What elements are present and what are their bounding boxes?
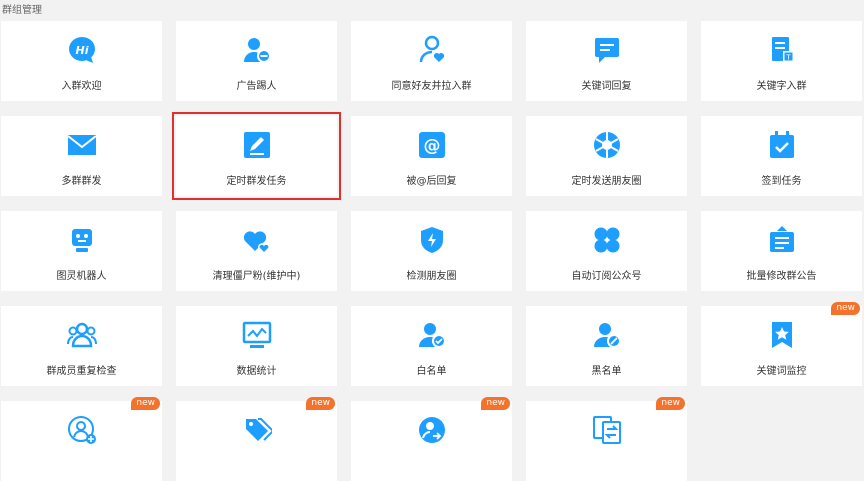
robot-icon xyxy=(67,225,97,255)
feature-card[interactable]: 群成员重复检查 xyxy=(1,306,162,386)
feature-label: 签到任务 xyxy=(761,176,802,187)
feature-card[interactable]: 检测朋友圈 xyxy=(351,211,512,291)
shield-bolt-icon xyxy=(417,225,447,255)
bookmark-star-icon xyxy=(767,320,797,350)
at-icon: @ xyxy=(417,130,447,160)
new-badge: new xyxy=(131,397,160,410)
document-tag-icon: T xyxy=(767,35,797,65)
feature-label: 被@后回复 xyxy=(406,176,457,187)
feature-card[interactable]: 多群群发 xyxy=(1,116,162,196)
feature-card[interactable]: 定时发送朋友圈 xyxy=(526,116,687,196)
feature-card[interactable]: new xyxy=(526,397,687,481)
monitor-chart-icon xyxy=(242,320,272,350)
feature-grid: Hi 入群欢迎 广告踢人 同意好友并拉入群 关键词回复 T 关键字入群多群群发 定时群发任务 @… xyxy=(0,0,864,481)
feature-card[interactable]: 数据统计 xyxy=(176,306,337,386)
feature-label: 群成员重复检查 xyxy=(46,366,117,377)
user-blocked-icon xyxy=(592,320,622,350)
feature-card[interactable]: 批量修改群公告 xyxy=(701,211,862,291)
feature-card[interactable]: 关键词回复 xyxy=(526,21,687,101)
feature-label: 白名单 xyxy=(416,366,447,377)
feature-label: 清理僵尸粉(维护中) xyxy=(212,271,301,282)
new-badge: new xyxy=(831,302,860,315)
feature-label: 广告踢人 xyxy=(236,81,277,92)
new-badge: new xyxy=(656,397,685,410)
user-heart-icon xyxy=(417,35,447,65)
svg-text:@: @ xyxy=(423,136,440,156)
edit-icon xyxy=(242,130,272,160)
svg-text:Hi: Hi xyxy=(75,44,88,57)
feature-card[interactable]: 广告踢人 xyxy=(176,21,337,101)
feature-label: 关键词监控 xyxy=(756,366,807,377)
feature-card[interactable]: 签到任务 xyxy=(701,116,862,196)
copy-transfer-icon xyxy=(592,415,622,445)
user-share-icon xyxy=(417,415,447,445)
message-icon xyxy=(592,35,622,65)
tags-icon xyxy=(242,415,272,445)
aperture-icon xyxy=(592,130,622,160)
hi-bubble-icon: Hi xyxy=(67,35,97,65)
feature-label: 多群群发 xyxy=(61,176,102,187)
feature-card[interactable]: T 关键字入群 xyxy=(701,21,862,101)
new-badge: new xyxy=(306,397,335,410)
feature-card[interactable]: 同意好友并拉入群 xyxy=(351,21,512,101)
feature-card[interactable]: new xyxy=(1,397,162,481)
notice-board-icon xyxy=(767,225,797,255)
user-add-circle-icon xyxy=(67,415,97,445)
feature-card[interactable]: 清理僵尸粉(维护中) xyxy=(176,211,337,291)
feature-card[interactable]: @ 被@后回复 xyxy=(351,116,512,196)
feature-card[interactable]: 白名单 xyxy=(351,306,512,386)
feature-label: 关键字入群 xyxy=(756,81,807,92)
feature-label: 黑名单 xyxy=(591,366,622,377)
feature-label: 自动订阅公众号 xyxy=(571,271,642,282)
new-badge: new xyxy=(481,397,510,410)
feature-label: 定时群发任务 xyxy=(226,176,287,187)
feature-card[interactable]: Hi 入群欢迎 xyxy=(1,21,162,101)
calendar-check-icon xyxy=(767,130,797,160)
feature-card[interactable]: 关键词监控 new xyxy=(701,302,862,386)
feature-card[interactable]: 黑名单 xyxy=(526,306,687,386)
feature-card[interactable]: new xyxy=(176,397,337,481)
feature-label: 图灵机器人 xyxy=(56,271,107,282)
user-remove-icon xyxy=(242,35,272,65)
user-check-icon xyxy=(417,320,447,350)
feature-card[interactable]: 自动订阅公众号 xyxy=(526,211,687,291)
feature-label: 同意好友并拉入群 xyxy=(391,81,472,92)
hearts-icon xyxy=(242,225,272,255)
svg-text:T: T xyxy=(785,54,791,62)
feature-label: 批量修改群公告 xyxy=(746,271,817,282)
envelope-icon xyxy=(66,130,97,160)
feature-card[interactable]: 定时群发任务 xyxy=(172,112,341,200)
feature-label: 数据统计 xyxy=(236,366,277,377)
feature-card[interactable]: 图灵机器人 xyxy=(1,211,162,291)
feature-card[interactable]: new xyxy=(351,397,512,481)
feature-label: 关键词回复 xyxy=(581,81,632,92)
feature-label: 入群欢迎 xyxy=(61,81,102,92)
feature-label: 定时发送朋友圈 xyxy=(571,176,642,187)
clover-icon xyxy=(592,225,622,255)
feature-label: 检测朋友圈 xyxy=(406,271,457,282)
group-icon xyxy=(66,320,97,350)
